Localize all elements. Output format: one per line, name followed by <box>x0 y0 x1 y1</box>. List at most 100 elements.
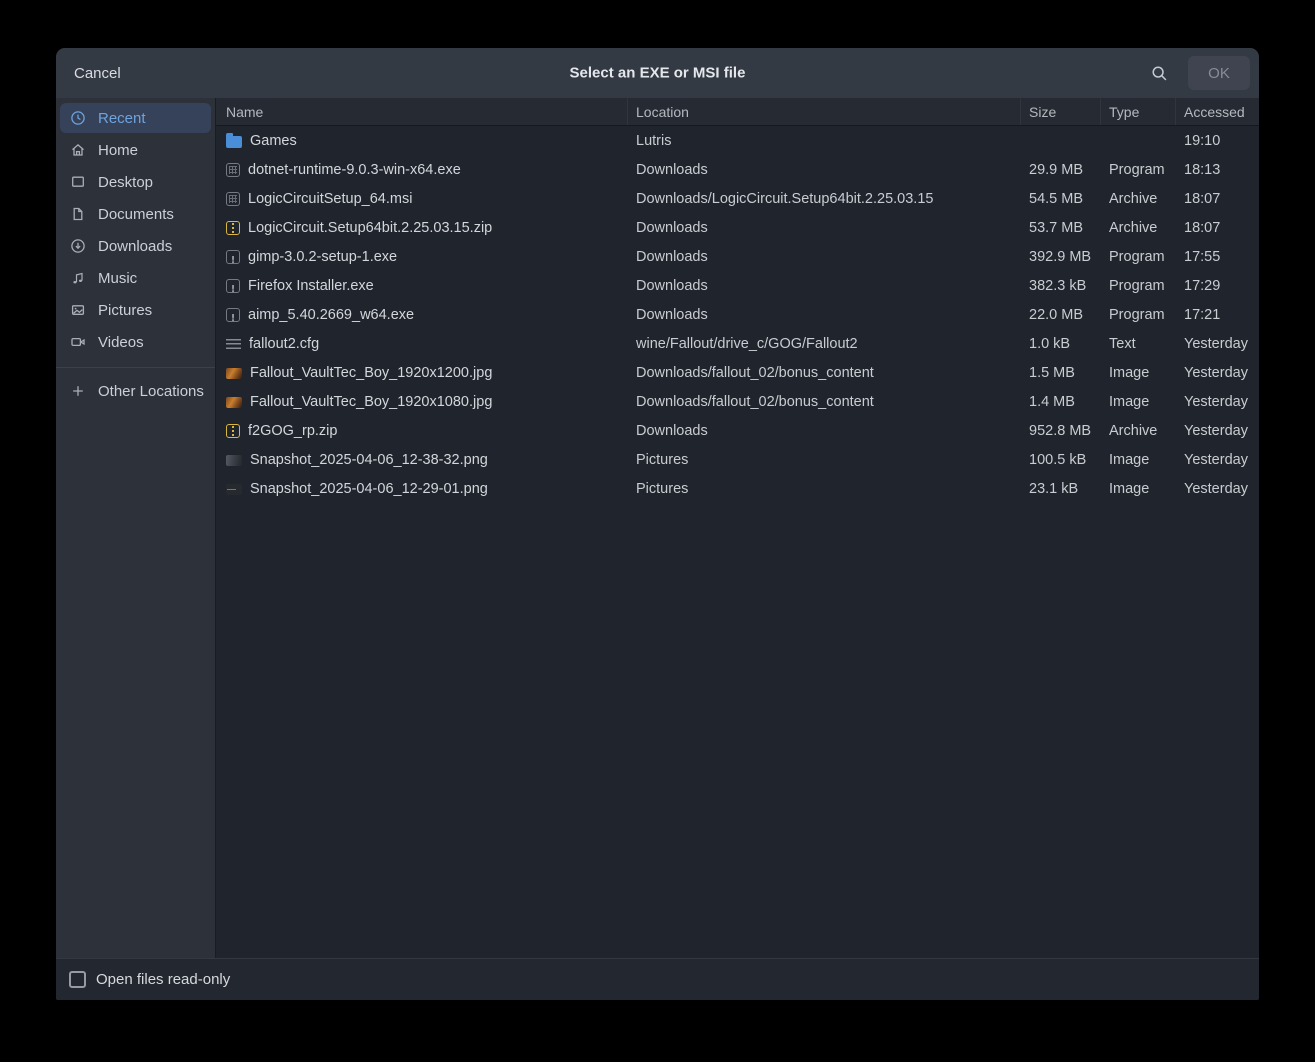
file-location: Downloads <box>636 306 708 323</box>
file-chooser-dialog: Cancel Select an EXE or MSI file OK Rece… <box>56 48 1259 1000</box>
file-name: LogicCircuitSetup_64.msi <box>248 190 413 207</box>
file-size: 382.3 kB <box>1029 277 1087 294</box>
dialog-body: Recent Home Desktop Documents Downloads … <box>56 98 1259 958</box>
table-row[interactable]: Snapshot_2025-04-06_12-38-32.png Pictures… <box>216 445 1259 474</box>
file-name-cell: LogicCircuitSetup_64.msi <box>216 191 628 207</box>
installer-icon <box>226 307 240 322</box>
file-name-cell: Fallout_VaultTec_Boy_1920x1200.jpg <box>216 365 628 381</box>
file-accessed: 19:10 <box>1184 132 1221 149</box>
desktop-icon <box>70 174 86 190</box>
file-type: Program <box>1109 248 1165 265</box>
file-accessed: Yesterday <box>1184 480 1248 497</box>
file-name-cell: Fallout_VaultTec_Boy_1920x1080.jpg <box>216 394 628 410</box>
file-type: Program <box>1109 306 1165 323</box>
table-row[interactable]: Games Lutris 19:10 <box>216 126 1259 155</box>
file-accessed: Yesterday <box>1184 393 1248 410</box>
desktop-background: Cancel Select an EXE or MSI file OK Rece… <box>0 0 1315 1062</box>
table-row[interactable]: gimp-3.0.2-setup-1.exe Downloads 392.9 MB P… <box>216 242 1259 271</box>
text-icon <box>226 338 241 351</box>
read-only-checkbox[interactable] <box>69 971 86 988</box>
file-name: f2GOG_rp.zip <box>248 422 338 439</box>
image-fallout-icon <box>226 397 242 408</box>
file-name-cell: Snapshot_2025-04-06_12-29-01.png <box>216 481 628 497</box>
file-location: Downloads/fallout_02/bonus_content <box>636 364 874 381</box>
file-type: Archive <box>1109 219 1158 236</box>
image-snapshot-dark-icon <box>226 484 242 495</box>
file-size: 22.0 MB <box>1029 306 1083 323</box>
file-name-cell: Firefox Installer.exe <box>216 278 628 294</box>
file-type: Program <box>1109 161 1165 178</box>
dialog-footer: Open files read-only <box>56 958 1259 1000</box>
sidebar-item-home[interactable]: Home <box>60 135 211 165</box>
sidebar-item-recent[interactable]: Recent <box>60 103 211 133</box>
column-header-accessed[interactable]: Accessed <box>1176 98 1259 125</box>
table-row[interactable]: Snapshot_2025-04-06_12-29-01.png Pictures… <box>216 474 1259 503</box>
file-name: fallout2.cfg <box>249 335 320 352</box>
file-accessed: Yesterday <box>1184 451 1248 468</box>
column-header-name[interactable]: Name <box>216 98 628 125</box>
table-row[interactable]: aimp_5.40.2669_w64.exe Downloads 22.0 MB Pr… <box>216 300 1259 329</box>
table-row[interactable]: f2GOG_rp.zip Downloads 952.8 MB Archive Yest… <box>216 416 1259 445</box>
places-sidebar: Recent Home Desktop Documents Downloads … <box>56 98 216 958</box>
column-header-size[interactable]: Size <box>1021 98 1101 125</box>
image-snapshot-icon <box>226 455 242 466</box>
file-accessed: 18:07 <box>1184 190 1221 207</box>
sidebar-item-label: Music <box>98 269 138 287</box>
dialog-headerbar: Cancel Select an EXE or MSI file OK <box>56 48 1259 98</box>
table-row[interactable]: LogicCircuitSetup_64.msi Downloads/LogicC… <box>216 184 1259 213</box>
archive-icon <box>226 220 240 235</box>
sidebar-item-label: Home <box>98 141 139 159</box>
file-size: 1.0 kB <box>1029 335 1071 352</box>
file-accessed: Yesterday <box>1184 422 1248 439</box>
file-name: aimp_5.40.2669_w64.exe <box>248 306 415 323</box>
search-icon[interactable] <box>1144 58 1174 88</box>
file-location: wine/Fallout/drive_c/GOG/Fallout2 <box>636 335 858 352</box>
table-row[interactable]: Firefox Installer.exe Downloads 382.3 kB Pr… <box>216 271 1259 300</box>
file-size: 23.1 kB <box>1029 480 1079 497</box>
sidebar-item-pictures[interactable]: Pictures <box>60 295 211 325</box>
table-row[interactable]: fallout2.cfg wine/Fallout/drive_c/GOG/Fal… <box>216 329 1259 358</box>
file-type: Image <box>1109 480 1150 497</box>
program-icon <box>226 162 240 177</box>
file-list-pane: Name Location Size Type Accessed Games Lu… <box>216 98 1259 958</box>
sidebar-item-documents[interactable]: Documents <box>60 199 211 229</box>
ok-button[interactable]: OK <box>1188 56 1250 90</box>
file-size: 54.5 MB <box>1029 190 1083 207</box>
file-name: gimp-3.0.2-setup-1.exe <box>248 248 398 265</box>
folder-icon <box>226 132 242 148</box>
file-location: Downloads/fallout_02/bonus_content <box>636 393 874 410</box>
table-row[interactable]: LogicCircuit.Setup64bit.2.25.03.15.zip Do… <box>216 213 1259 242</box>
file-type: Program <box>1109 277 1165 294</box>
column-header-location[interactable]: Location <box>628 98 1021 125</box>
column-header-type[interactable]: Type <box>1101 98 1176 125</box>
sidebar-item-music[interactable]: Music <box>60 263 211 293</box>
file-size: 392.9 MB <box>1029 248 1092 265</box>
table-row[interactable]: Fallout_VaultTec_Boy_1920x1080.jpg Downlo… <box>216 387 1259 416</box>
file-name-cell: Snapshot_2025-04-06_12-38-32.png <box>216 452 628 468</box>
sidebar-item-downloads[interactable]: Downloads <box>60 231 211 261</box>
file-location: Downloads/LogicCircuit.Setup64bit.2.25.0… <box>636 190 934 207</box>
file-accessed: 17:55 <box>1184 248 1221 265</box>
cancel-button[interactable]: Cancel <box>64 57 131 90</box>
video-camera-icon <box>70 334 86 350</box>
file-name: Snapshot_2025-04-06_12-38-32.png <box>250 451 488 468</box>
headerbar-right-group: OK <box>1144 56 1251 90</box>
file-accessed: 18:13 <box>1184 161 1221 178</box>
table-row[interactable]: Fallout_VaultTec_Boy_1920x1200.jpg Downlo… <box>216 358 1259 387</box>
file-type: Archive <box>1109 422 1158 439</box>
read-only-label: Open files read-only <box>96 971 231 988</box>
file-accessed: 18:07 <box>1184 219 1221 236</box>
file-location: Downloads <box>636 219 708 236</box>
file-name: Games <box>250 132 297 149</box>
file-type: Image <box>1109 364 1150 381</box>
table-row[interactable]: dotnet-runtime-9.0.3-win-x64.exe Download… <box>216 155 1259 184</box>
file-name-cell: LogicCircuit.Setup64bit.2.25.03.15.zip <box>216 220 628 236</box>
file-size: 100.5 kB <box>1029 451 1087 468</box>
sidebar-item-label: Videos <box>98 333 144 351</box>
sidebar-item-other-locations[interactable]: Other Locations <box>60 376 211 406</box>
sidebar-item-videos[interactable]: Videos <box>60 327 211 357</box>
file-size: 952.8 MB <box>1029 422 1092 439</box>
music-note-icon <box>70 270 86 286</box>
program-icon <box>226 191 240 206</box>
sidebar-item-desktop[interactable]: Desktop <box>60 167 211 197</box>
